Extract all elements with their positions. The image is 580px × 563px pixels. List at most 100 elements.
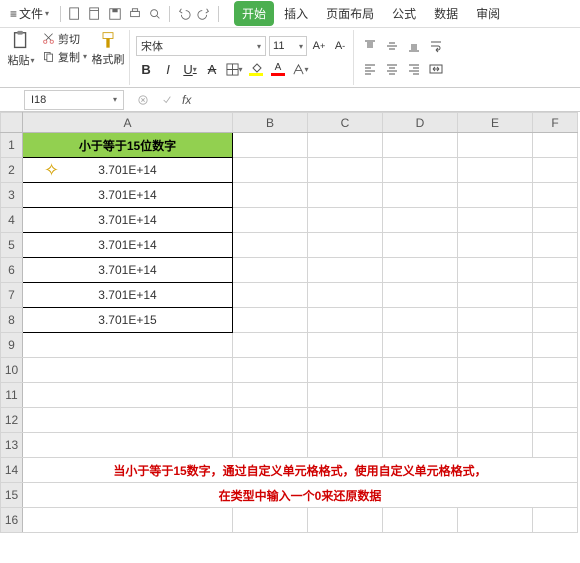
cell[interactable] [233, 383, 308, 408]
tab-page-layout[interactable]: 页面布局 [318, 1, 382, 26]
cell[interactable] [308, 183, 383, 208]
font-decrease-button[interactable]: A- [331, 36, 349, 56]
cell[interactable] [308, 308, 383, 333]
file-menu[interactable]: ≡ 文件 ▾ [4, 3, 55, 24]
paste-button[interactable]: 粘贴▾ [4, 30, 38, 68]
qat-preview-icon[interactable] [146, 5, 164, 23]
align-top-button[interactable] [360, 36, 380, 56]
cell[interactable] [233, 283, 308, 308]
cell-A2[interactable]: 3.701E+14 [23, 158, 233, 183]
cell[interactable] [458, 183, 533, 208]
cell[interactable] [458, 283, 533, 308]
row-header[interactable]: 10 [1, 358, 23, 383]
row-header[interactable]: 16 [1, 508, 23, 533]
tab-data[interactable]: 数据 [426, 1, 466, 26]
cell[interactable] [308, 208, 383, 233]
cell[interactable] [308, 158, 383, 183]
cell[interactable] [23, 408, 233, 433]
cell[interactable] [383, 258, 458, 283]
cell[interactable] [383, 158, 458, 183]
merge-button[interactable] [426, 59, 446, 79]
cell[interactable] [383, 333, 458, 358]
cell[interactable] [233, 133, 308, 158]
row-header[interactable]: 14 [1, 458, 23, 483]
cell[interactable] [233, 508, 308, 533]
spreadsheet-grid[interactable]: A B C D E F 1小于等于15位数字 23.701E+14 33.701… [0, 112, 578, 533]
cell-note-1[interactable]: 当小于等于15数字，通过自定义单元格格式，使用自定义单元格格式， [23, 458, 578, 483]
cell[interactable] [308, 233, 383, 258]
row-header[interactable]: 13 [1, 433, 23, 458]
cell[interactable] [458, 158, 533, 183]
format-painter-button[interactable]: 格式刷 [91, 30, 125, 68]
wrap-text-button[interactable] [426, 36, 446, 56]
cell[interactable] [458, 133, 533, 158]
cell-A6[interactable]: 3.701E+14 [23, 258, 233, 283]
cell-A4[interactable]: 3.701E+14 [23, 208, 233, 233]
cell[interactable] [233, 308, 308, 333]
qat-undo-icon[interactable] [175, 5, 193, 23]
cell[interactable] [533, 208, 578, 233]
cell[interactable] [533, 508, 578, 533]
cell[interactable] [458, 258, 533, 283]
row-header[interactable]: 1 [1, 133, 23, 158]
cell[interactable] [533, 258, 578, 283]
qat-print-icon[interactable] [126, 5, 144, 23]
qat-save-icon[interactable] [106, 5, 124, 23]
cell[interactable] [23, 508, 233, 533]
fill-color-button[interactable] [246, 59, 266, 79]
cell[interactable] [308, 283, 383, 308]
border-button[interactable]: ▾ [224, 59, 244, 79]
cell[interactable] [308, 408, 383, 433]
italic-button[interactable]: I [158, 59, 178, 79]
cell[interactable] [533, 333, 578, 358]
cell[interactable] [458, 383, 533, 408]
cell[interactable] [23, 433, 233, 458]
bold-button[interactable]: B [136, 59, 156, 79]
cell[interactable] [383, 208, 458, 233]
cell[interactable] [23, 358, 233, 383]
cell[interactable] [233, 408, 308, 433]
cell[interactable] [533, 308, 578, 333]
cell-A1[interactable]: 小于等于15位数字 [23, 133, 233, 158]
cut-button[interactable]: 剪切 [42, 30, 87, 47]
col-header-B[interactable]: B [233, 113, 308, 133]
cell[interactable] [458, 308, 533, 333]
font-size-select[interactable]: 11 ▾ [269, 36, 307, 56]
cell[interactable] [23, 383, 233, 408]
row-header[interactable]: 3 [1, 183, 23, 208]
tab-start[interactable]: 开始 [234, 1, 274, 26]
phonetic-button[interactable]: ▾ [290, 59, 310, 79]
row-header[interactable]: 2 [1, 158, 23, 183]
cell[interactable] [458, 208, 533, 233]
cell[interactable] [233, 183, 308, 208]
cell[interactable] [533, 408, 578, 433]
align-right-button[interactable] [404, 59, 424, 79]
cell[interactable] [308, 433, 383, 458]
row-header[interactable]: 4 [1, 208, 23, 233]
cell[interactable] [383, 233, 458, 258]
cell[interactable] [233, 158, 308, 183]
row-header[interactable]: 11 [1, 383, 23, 408]
row-header[interactable]: 9 [1, 333, 23, 358]
tab-insert[interactable]: 插入 [276, 1, 316, 26]
tab-review[interactable]: 审阅 [468, 1, 508, 26]
qat-redo-icon[interactable] [195, 5, 213, 23]
cell[interactable] [383, 383, 458, 408]
fx-cancel-icon[interactable] [134, 91, 152, 109]
row-header[interactable]: 6 [1, 258, 23, 283]
cell[interactable] [383, 283, 458, 308]
align-middle-button[interactable] [382, 36, 402, 56]
cell[interactable] [383, 508, 458, 533]
font-name-select[interactable]: 宋体 ▾ [136, 36, 266, 56]
fx-label[interactable]: fx [182, 93, 191, 107]
cell[interactable] [308, 133, 383, 158]
select-all-corner[interactable] [1, 113, 23, 133]
cell[interactable] [233, 358, 308, 383]
cell[interactable] [458, 333, 533, 358]
cell[interactable] [233, 208, 308, 233]
cell[interactable] [308, 358, 383, 383]
cell[interactable] [533, 183, 578, 208]
col-header-C[interactable]: C [308, 113, 383, 133]
col-header-F[interactable]: F [533, 113, 578, 133]
underline-button[interactable]: U▾ [180, 59, 200, 79]
